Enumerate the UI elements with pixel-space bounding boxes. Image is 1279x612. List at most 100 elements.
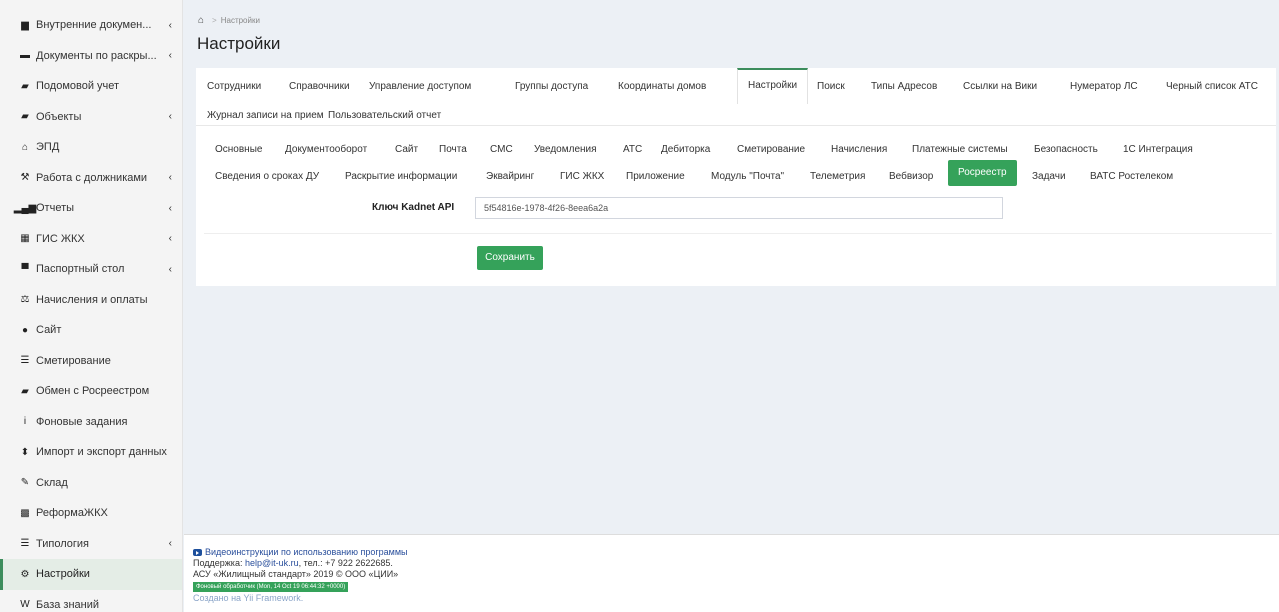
sub-tab-19[interactable]: Телеметрия	[810, 171, 865, 182]
main-tab-1[interactable]: Справочники	[289, 81, 350, 92]
sub-tab-18[interactable]: Модуль "Почта"	[711, 171, 784, 182]
sidebar-item-label: Фоновые задания	[36, 415, 128, 428]
sub-tab-5[interactable]: Уведомления	[534, 144, 597, 155]
main-tab-8[interactable]: Ссылки на Вики	[963, 81, 1037, 92]
file-icon: ▆	[21, 19, 29, 31]
sub-tab-1[interactable]: Документооборот	[285, 144, 367, 155]
folder-icon: ▰	[21, 111, 29, 123]
sidebar-item-label: Типология	[36, 537, 89, 550]
wrench-icon: ✎	[20, 477, 30, 489]
copyright: АСУ «Жилищный стандарт» 2019 © ООО «ЦИИ»	[193, 569, 399, 579]
main-tab-6[interactable]: Поиск	[817, 81, 845, 92]
sub-tab-21[interactable]: Росреестр	[948, 160, 1017, 186]
sidebar-item-0[interactable]: ▆ Внутренние докумен... ‹	[0, 10, 182, 41]
sidebar-item-15[interactable]: ✎ Склад	[0, 468, 182, 499]
kadnet-key-label: Ключ Kadnet API	[372, 202, 455, 213]
sidebar-item-label: Обмен с Росреестром	[36, 385, 150, 398]
sidebar-item-1[interactable]: ▬ Документы по раскры... ‹	[0, 41, 182, 72]
sidebar-item-label: ЭПД	[36, 141, 60, 154]
support-phone: , тел.: +7 922 2622685.	[298, 558, 393, 568]
sub-tab-23[interactable]: ВАТС Ростелеком	[1090, 171, 1173, 182]
sidebar-item-13[interactable]: i Фоновые задания	[0, 407, 182, 438]
sidebar-item-6[interactable]: ▂▄▆ Отчеты ‹	[0, 193, 182, 224]
sub-tab-0[interactable]: Основные	[215, 144, 262, 155]
balance-icon: ⚖	[20, 294, 30, 306]
chevron-left-icon: ‹	[168, 263, 172, 275]
sidebar-item-label: Импорт и экспорт данных	[36, 446, 167, 459]
sub-tab-15[interactable]: Эквайринг	[486, 171, 534, 182]
sub-tab-8[interactable]: Сметирование	[737, 144, 805, 155]
sub-tab-4[interactable]: СМС	[490, 144, 513, 155]
chevron-left-icon: ‹	[168, 233, 172, 245]
main-tab-12[interactable]: Пользовательский отчет	[328, 110, 441, 121]
sidebar-item-3[interactable]: ▰ Объекты ‹	[0, 102, 182, 133]
sub-tab-2[interactable]: Сайт	[395, 144, 418, 155]
th-large-icon: ▩	[20, 507, 30, 519]
sidebar-item-label: Настройки	[36, 568, 90, 581]
sidebar-item-14[interactable]: ⬍ Импорт и экспорт данных	[0, 437, 182, 468]
sidebar-item-18[interactable]: ⚙ Настройки	[0, 559, 182, 590]
sidebar-item-2[interactable]: ▰ Подомовой учет	[0, 71, 182, 102]
kadnet-key-input[interactable]	[475, 197, 1003, 219]
form-divider	[204, 233, 1272, 234]
sub-tab-20[interactable]: Вебвизор	[889, 171, 933, 182]
sidebar: ▆ Внутренние докумен... ‹ ▬ Документы по рас…	[0, 0, 183, 612]
support-email-link[interactable]: help@it-uk.ru	[245, 558, 299, 568]
sub-tab-9[interactable]: Начисления	[831, 144, 887, 155]
chevron-left-icon: ‹	[168, 19, 172, 31]
sidebar-item-8[interactable]: ▀ Паспортный стол ‹	[0, 254, 182, 285]
main-tab-7[interactable]: Типы Адресов	[871, 81, 937, 92]
id-card-icon: ▰	[21, 80, 29, 92]
sidebar-item-10[interactable]: ● Сайт	[0, 315, 182, 346]
sub-tab-6[interactable]: АТС	[623, 144, 642, 155]
breadcrumb: ⌂ > Настройки	[198, 15, 260, 26]
background-worker-badge: Фоновый обработчик (Mon, 14 Oct 19 06:44…	[193, 582, 349, 592]
sidebar-item-7[interactable]: ▦ ГИС ЖКХ ‹	[0, 224, 182, 255]
list-icon: ☰	[20, 538, 30, 550]
sub-tab-10[interactable]: Платежные системы	[912, 144, 1008, 155]
main-tab-0[interactable]: Сотрудники	[207, 81, 261, 92]
save-button[interactable]: Сохранить	[477, 246, 543, 270]
sidebar-item-label: Сметирование	[36, 354, 111, 367]
breadcrumb-current: Настройки	[220, 16, 260, 25]
support-prefix: Поддержка:	[193, 558, 245, 568]
made-with-yii[interactable]: Создано на Yii Framework.	[193, 593, 1279, 604]
main-tab-11[interactable]: Журнал записи на прием	[207, 110, 324, 121]
sidebar-item-label: Сайт	[36, 324, 62, 337]
sidebar-item-label: Паспортный стол	[36, 263, 125, 276]
video-instructions-link[interactable]: Видеоинструкции по использованию програм…	[193, 547, 1279, 558]
main-tab-4[interactable]: Координаты домов	[618, 81, 706, 92]
building-icon: ▰	[21, 385, 29, 397]
sub-tab-17[interactable]: Приложение	[626, 171, 685, 182]
main-content: ⌂ > Настройки Настройки Ключ Kadnet API …	[184, 0, 1279, 534]
main-tab-5[interactable]: Настройки	[737, 68, 809, 104]
main-tab-2[interactable]: Управление доступом	[369, 81, 471, 92]
sub-tab-22[interactable]: Задачи	[1032, 171, 1066, 182]
sidebar-item-label: Склад	[36, 476, 68, 489]
main-tab-10[interactable]: Черный список АТС	[1166, 81, 1258, 92]
passport-icon: ▀	[21, 263, 29, 275]
home-icon[interactable]: ⌂	[198, 15, 204, 26]
home-icon: ⌂	[21, 141, 29, 153]
sidebar-item-9[interactable]: ⚖ Начисления и оплаты	[0, 285, 182, 316]
video-link-text[interactable]: Видеоинструкции по использованию програм…	[205, 547, 407, 558]
sub-tab-14[interactable]: Раскрытие информации	[345, 171, 457, 182]
main-tab-9[interactable]: Нумератор ЛС	[1070, 81, 1138, 92]
sidebar-item-4[interactable]: ⌂ ЭПД	[0, 132, 182, 163]
chevron-left-icon: ‹	[168, 538, 172, 550]
support-line: Поддержка: help@it-uk.ru, тел.: +7 922 2…	[193, 558, 1279, 569]
sidebar-item-11[interactable]: ☰ Сметирование	[0, 346, 182, 377]
sub-tab-7[interactable]: Дебиторка	[661, 144, 710, 155]
sidebar-item-label: База знаний	[36, 598, 100, 611]
sidebar-item-16[interactable]: ▩ РеформаЖКХ	[0, 498, 182, 529]
sidebar-item-17[interactable]: ☰ Типология ‹	[0, 529, 182, 560]
sub-tab-3[interactable]: Почта	[439, 144, 467, 155]
sub-tab-11[interactable]: Безопасность	[1034, 144, 1098, 155]
sidebar-item-5[interactable]: ⚒ Работа с должниками ‹	[0, 163, 182, 194]
main-tab-3[interactable]: Группы доступа	[515, 81, 588, 92]
sub-tab-13[interactable]: Сведения о сроках ДУ	[215, 171, 319, 182]
sidebar-item-19[interactable]: W База знаний	[0, 590, 182, 612]
sub-tab-12[interactable]: 1С Интеграция	[1123, 144, 1193, 155]
sub-tab-16[interactable]: ГИС ЖКХ	[560, 171, 604, 182]
sidebar-item-12[interactable]: ▰ Обмен с Росреестром	[0, 376, 182, 407]
